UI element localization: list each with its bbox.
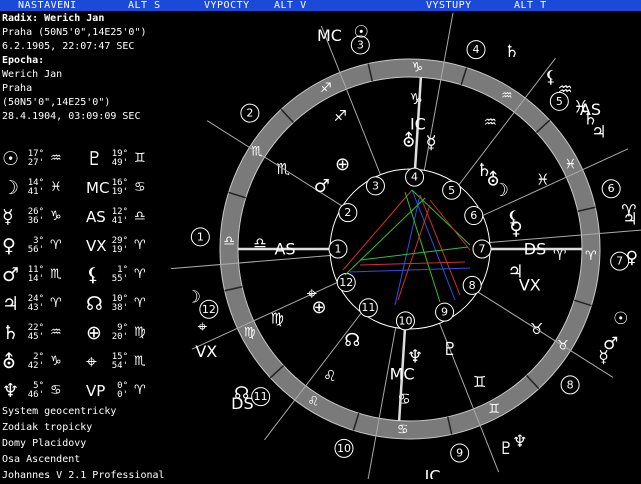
planet-glyph-icon: ♆ xyxy=(407,346,423,367)
outer-house-number: 7 xyxy=(616,255,623,268)
planet-glyph-icon: ☉ xyxy=(354,22,369,42)
outer-house-cusp-line xyxy=(321,26,380,175)
planet-glyph-icon: ♇ xyxy=(442,339,458,360)
zodiac-sign-icon: ♊ xyxy=(488,402,500,417)
zodiac-sign-icon: ♍ xyxy=(244,326,256,341)
axis-label: VX xyxy=(195,342,217,361)
outer-house-number: 1 xyxy=(197,230,204,243)
zodiac-sign-icon: ♋ xyxy=(397,422,409,437)
zodiac-sign-icon: ♐ xyxy=(320,81,332,96)
outer-house-number: 9 xyxy=(456,447,463,460)
horoscope-wheel: ♈♉♊♋♌♍♎♏♐♑♒♓♈♉♊♋♌♍♎♏♐♑♒♓1234567891011121… xyxy=(0,0,641,479)
zodiac-sign-icon: ♈ xyxy=(585,249,597,264)
planet-glyph-icon: ☊ xyxy=(234,384,249,404)
zodiac-sign-icon: ♒ xyxy=(501,89,513,104)
outer-house-cusp-line xyxy=(171,256,330,269)
axis-label: MC xyxy=(317,26,342,45)
planet-glyph-icon: ⚸ xyxy=(507,208,520,229)
planet-glyph-icon: ♄ xyxy=(583,110,598,130)
zodiac-sign-icon: ♓ xyxy=(564,157,576,172)
planet-glyph-icon: ⊕ xyxy=(335,154,350,175)
outer-house-number: 10 xyxy=(337,442,351,455)
axis-label: IC xyxy=(425,466,441,479)
outer-house-number: 4 xyxy=(473,43,480,56)
zodiac-sign-icon: ♑ xyxy=(411,61,423,76)
planet-glyph-icon: ⌖ xyxy=(307,284,317,305)
inner-house-number: 1 xyxy=(335,242,342,255)
inner-house-number: 2 xyxy=(344,206,351,219)
inner-house-number: 5 xyxy=(448,184,455,197)
planet-glyph-icon: ♂ xyxy=(603,334,618,354)
outer-house-number: 12 xyxy=(202,303,216,316)
inner-house-number: 11 xyxy=(361,301,375,314)
inner-house-number: 12 xyxy=(339,276,353,289)
zodiac-sign-icon: ♎ xyxy=(223,234,235,249)
inner-house-number: 3 xyxy=(372,179,379,192)
planet-glyph-icon: ☉ xyxy=(613,309,628,329)
inner-house-number: 8 xyxy=(469,279,476,292)
zodiac-sign-icon: ♌ xyxy=(307,394,319,409)
zodiac-sign-icon: ♊ xyxy=(473,373,486,391)
inner-house-number: 6 xyxy=(470,209,477,222)
planet-glyph-icon: ☿ xyxy=(426,133,437,154)
zodiac-sign-icon: ♒ xyxy=(483,113,496,131)
planet-glyph-icon: ⚸ xyxy=(544,67,556,87)
planet-glyph-icon: ☽ xyxy=(493,180,509,201)
planet-glyph-icon: ♒ xyxy=(557,80,572,100)
planet-glyph-icon: ♆ xyxy=(512,432,527,452)
planet-glyph-icon: ♀ xyxy=(626,248,638,268)
outer-house-number: 2 xyxy=(246,107,253,120)
inner-house-number: 4 xyxy=(411,171,418,184)
planet-glyph-icon: ☊ xyxy=(344,330,360,351)
outer-house-number: 8 xyxy=(567,378,574,391)
planet-glyph-icon: ♃ xyxy=(507,262,523,283)
planet-glyph-icon: ☽ xyxy=(186,288,201,308)
planet-glyph-icon: ⛢ xyxy=(402,131,415,152)
zodiac-sign-icon: ♐ xyxy=(334,107,347,125)
axis-label: DS xyxy=(524,240,546,259)
inner-house-number: 7 xyxy=(479,243,486,256)
planet-glyph-icon: ♄ xyxy=(504,42,519,62)
axis-label: AS xyxy=(274,239,295,258)
inner-house-number: 9 xyxy=(441,306,448,319)
planet-glyph-icon: ♂ xyxy=(314,176,330,197)
zodiac-sign-icon: ♌ xyxy=(323,367,336,385)
outer-house-number: 11 xyxy=(254,390,268,403)
planet-glyph-icon: ♈ xyxy=(621,202,636,222)
outer-house-cusp-line xyxy=(367,328,396,479)
inner-house-number: 10 xyxy=(398,314,412,327)
outer-house-number: 6 xyxy=(608,182,615,195)
planet-glyph-icon: ♇ xyxy=(499,439,514,459)
planet-glyph-icon: ⌖ xyxy=(198,317,208,337)
